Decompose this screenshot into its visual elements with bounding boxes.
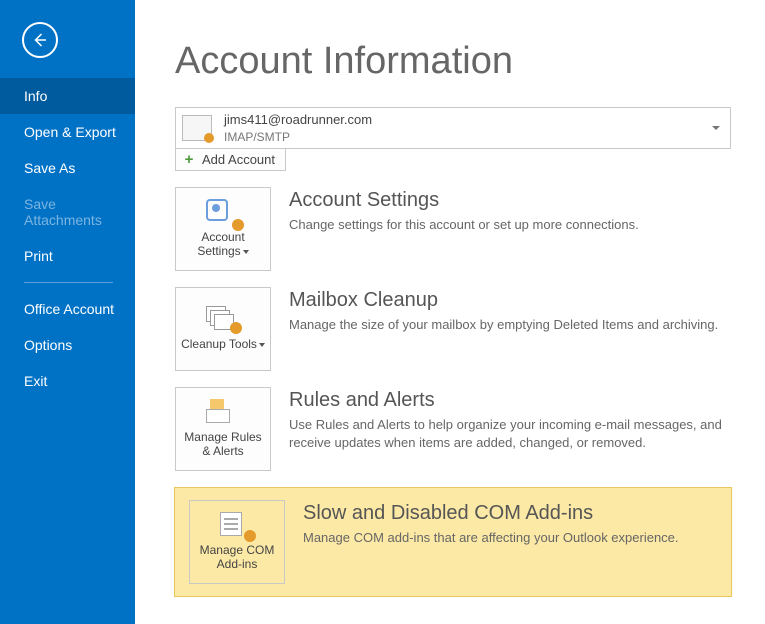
section-desc: Change settings for this account or set … (289, 216, 729, 234)
section-title: Account Settings (289, 189, 735, 212)
account-icon (182, 115, 212, 141)
nav-save-attachments: Save Attachments (0, 186, 135, 238)
section-rules-alerts: Manage Rules & Alerts Rules and Alerts U… (175, 387, 735, 471)
account-selector[interactable]: jims411@roadrunner.com IMAP/SMTP (175, 107, 731, 149)
back-button[interactable] (22, 22, 58, 58)
cleanup-icon (206, 306, 240, 334)
main-panel: Account Information jims411@roadrunner.c… (135, 0, 765, 624)
backstage-sidebar: Info Open & Export Save As Save Attachme… (0, 0, 135, 624)
tile-label: Manage COM Add-ins (190, 544, 284, 572)
add-account-label: Add Account (202, 152, 275, 167)
chevron-down-icon (243, 250, 249, 254)
tile-account-settings[interactable]: Account Settings (175, 187, 271, 271)
section-title: Rules and Alerts (289, 389, 735, 412)
account-protocol: IMAP/SMTP (224, 130, 712, 144)
section-title: Slow and Disabled COM Add-ins (303, 502, 717, 525)
section-desc: Manage COM add-ins that are affecting yo… (303, 529, 717, 547)
section-com-addins: Manage COM Add-ins Slow and Disabled COM… (174, 487, 732, 597)
nav-info[interactable]: Info (0, 78, 135, 114)
section-account-settings: Account Settings Account Settings Change… (175, 187, 735, 271)
account-email: jims411@roadrunner.com (224, 112, 712, 128)
section-title: Mailbox Cleanup (289, 289, 735, 312)
nav-list: Info Open & Export Save As Save Attachme… (0, 78, 135, 399)
chevron-down-icon (259, 343, 265, 347)
plus-icon: + (182, 152, 196, 166)
tile-manage-rules[interactable]: Manage Rules & Alerts (175, 387, 271, 471)
section-desc: Use Rules and Alerts to help organize yo… (289, 416, 729, 451)
chevron-down-icon (712, 126, 720, 130)
section-mailbox-cleanup: Cleanup Tools Mailbox Cleanup Manage the… (175, 287, 735, 371)
tile-label: Cleanup Tools (181, 337, 257, 351)
back-arrow-icon (31, 31, 49, 49)
addins-icon (220, 512, 254, 540)
nav-open-export[interactable]: Open & Export (0, 114, 135, 150)
tile-cleanup-tools[interactable]: Cleanup Tools (175, 287, 271, 371)
page-title: Account Information (175, 40, 735, 83)
nav-office-account[interactable]: Office Account (0, 291, 135, 327)
nav-exit[interactable]: Exit (0, 363, 135, 399)
rules-icon (206, 399, 240, 427)
nav-separator (24, 282, 113, 283)
account-text: jims411@roadrunner.com IMAP/SMTP (224, 112, 712, 144)
tile-label: Manage Rules & Alerts (176, 431, 270, 459)
nav-print[interactable]: Print (0, 238, 135, 274)
account-settings-icon (206, 199, 240, 227)
section-desc: Manage the size of your mailbox by empty… (289, 316, 729, 334)
tile-manage-com-addins[interactable]: Manage COM Add-ins (189, 500, 285, 584)
nav-options[interactable]: Options (0, 327, 135, 363)
tile-label: Account Settings (197, 230, 244, 258)
nav-save-as[interactable]: Save As (0, 150, 135, 186)
add-account-button[interactable]: + Add Account (175, 148, 286, 171)
